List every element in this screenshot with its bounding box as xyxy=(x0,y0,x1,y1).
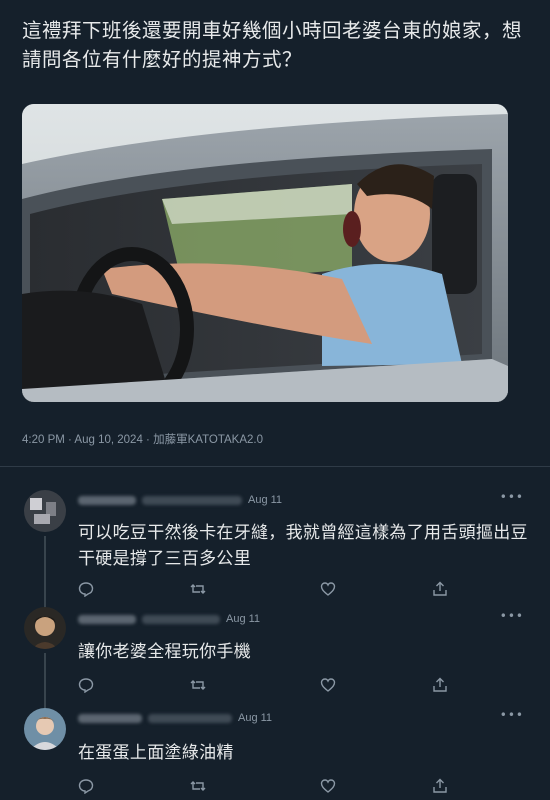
action-bar xyxy=(78,778,458,796)
username-redacted[interactable] xyxy=(78,495,136,505)
share-icon[interactable] xyxy=(432,778,448,794)
reply-text: 可以吃豆干然後卡在牙縫，我就曾經這樣為了用舌頭摳出豆干硬是撐了三百多公里 xyxy=(78,523,528,569)
reply-icon[interactable] xyxy=(78,677,94,693)
tweet-timestamp[interactable]: 4:20 PM · Aug 10, 2024 xyxy=(22,434,143,446)
action-bar xyxy=(78,581,458,599)
reply-header: Aug 11 xyxy=(78,712,272,724)
more-icon[interactable]: ••• xyxy=(500,708,524,722)
share-icon[interactable] xyxy=(432,677,448,693)
thread-line xyxy=(44,653,46,715)
more-icon[interactable]: ••• xyxy=(500,490,524,504)
username-redacted[interactable] xyxy=(78,614,136,624)
avatar[interactable] xyxy=(24,708,66,750)
like-icon[interactable] xyxy=(320,778,336,794)
reply-header: Aug 11 xyxy=(78,494,282,506)
reply-header: Aug 11 xyxy=(78,613,260,625)
reply-date[interactable]: Aug 11 xyxy=(226,613,260,625)
handle-redacted[interactable] xyxy=(142,495,242,505)
tweet-text: 這禮拜下班後還要開車好幾個小時回老婆台東的娘家，想請問各位有什麼好的提神方式？ xyxy=(22,19,523,71)
username-redacted[interactable] xyxy=(78,713,142,723)
avatar[interactable] xyxy=(24,490,66,532)
like-icon[interactable] xyxy=(320,581,336,597)
avatar[interactable] xyxy=(24,607,66,649)
yawning-driver-photo xyxy=(22,104,508,402)
tweet-timestamp-line: 4:20 PM · Aug 10, 2024 · 加藤軍KATOTAKA2.0 xyxy=(22,431,263,447)
reply-date[interactable]: Aug 11 xyxy=(238,712,272,724)
share-icon[interactable] xyxy=(432,581,448,597)
retweet-icon[interactable] xyxy=(190,778,206,794)
tweet-media[interactable] xyxy=(22,104,508,402)
tweet-source[interactable]: 加藤軍KATOTAKA2.0 xyxy=(153,434,263,446)
handle-redacted[interactable] xyxy=(142,614,220,624)
reply-text: 在蛋蛋上面塗綠油精 xyxy=(78,743,234,763)
reply-date[interactable]: Aug 11 xyxy=(248,494,282,506)
retweet-icon[interactable] xyxy=(190,581,206,597)
reply-text: 讓你老婆全程玩你手機 xyxy=(78,642,251,662)
more-icon[interactable]: ••• xyxy=(500,609,524,623)
reply-icon[interactable] xyxy=(78,581,94,597)
reply-icon[interactable] xyxy=(78,778,94,794)
divider xyxy=(0,466,550,467)
handle-redacted[interactable] xyxy=(148,713,232,723)
action-bar xyxy=(78,677,458,695)
like-icon[interactable] xyxy=(320,677,336,693)
retweet-icon[interactable] xyxy=(190,677,206,693)
